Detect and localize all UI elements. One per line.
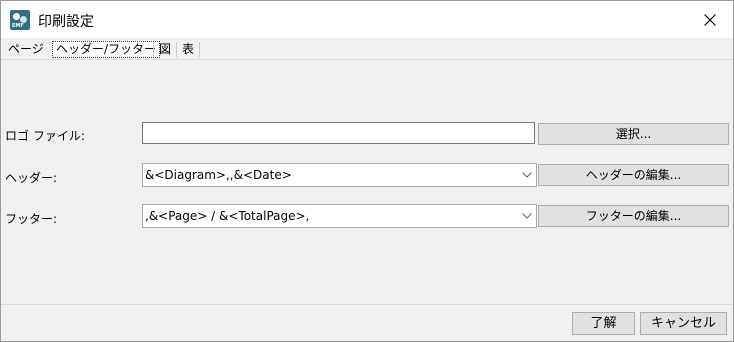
- header-dropdown-button[interactable]: [518, 164, 536, 186]
- app-logo-icon: EMF: [10, 10, 30, 30]
- footer-value: ,&<Page> / &<TotalPage>,: [145, 209, 310, 223]
- chevron-down-icon: [522, 172, 532, 178]
- select-file-button[interactable]: 選択...: [538, 123, 729, 145]
- logo-file-label: ロゴ ファイル:: [5, 129, 85, 143]
- tab-bar: ページ ヘッダー/フッター 図 表: [1, 39, 733, 59]
- title-bar: EMF 印刷設定: [1, 1, 733, 38]
- close-button[interactable]: [687, 1, 733, 38]
- window-title: 印刷設定: [38, 14, 94, 30]
- chevron-down-icon: [522, 213, 532, 219]
- tab-figure[interactable]: 図: [156, 41, 174, 58]
- logo-file-input[interactable]: [142, 122, 535, 144]
- header-combobox[interactable]: &<Diagram>,,&<Date>: [142, 163, 537, 187]
- tab-divider: [176, 42, 177, 57]
- edit-footer-button[interactable]: フッターの編集...: [538, 205, 729, 227]
- tab-divider: [153, 42, 154, 57]
- header-label: ヘッダー:: [5, 171, 58, 185]
- tab-underline: [1, 59, 733, 60]
- ok-button[interactable]: 了解: [572, 312, 635, 335]
- footer-combobox[interactable]: ,&<Page> / &<TotalPage>,: [142, 204, 537, 228]
- tab-page[interactable]: ページ: [5, 41, 47, 58]
- print-settings-dialog: EMF 印刷設定 ページ ヘッダー/フッター 図 表 ロゴ ファイル: 選択..…: [0, 0, 734, 342]
- footer-dropdown-button[interactable]: [518, 205, 536, 227]
- tab-table[interactable]: 表: [179, 41, 197, 58]
- header-value: &<Diagram>,,&<Date>: [145, 168, 292, 182]
- edit-header-button[interactable]: ヘッダーの編集...: [538, 164, 729, 186]
- tab-header-footer[interactable]: ヘッダー/フッター: [52, 41, 161, 58]
- cancel-button[interactable]: キャンセル: [640, 312, 727, 335]
- close-icon: [704, 13, 716, 26]
- tab-divider: [199, 42, 200, 57]
- footer-separator: [1, 304, 733, 305]
- footer-label: フッター:: [5, 212, 58, 226]
